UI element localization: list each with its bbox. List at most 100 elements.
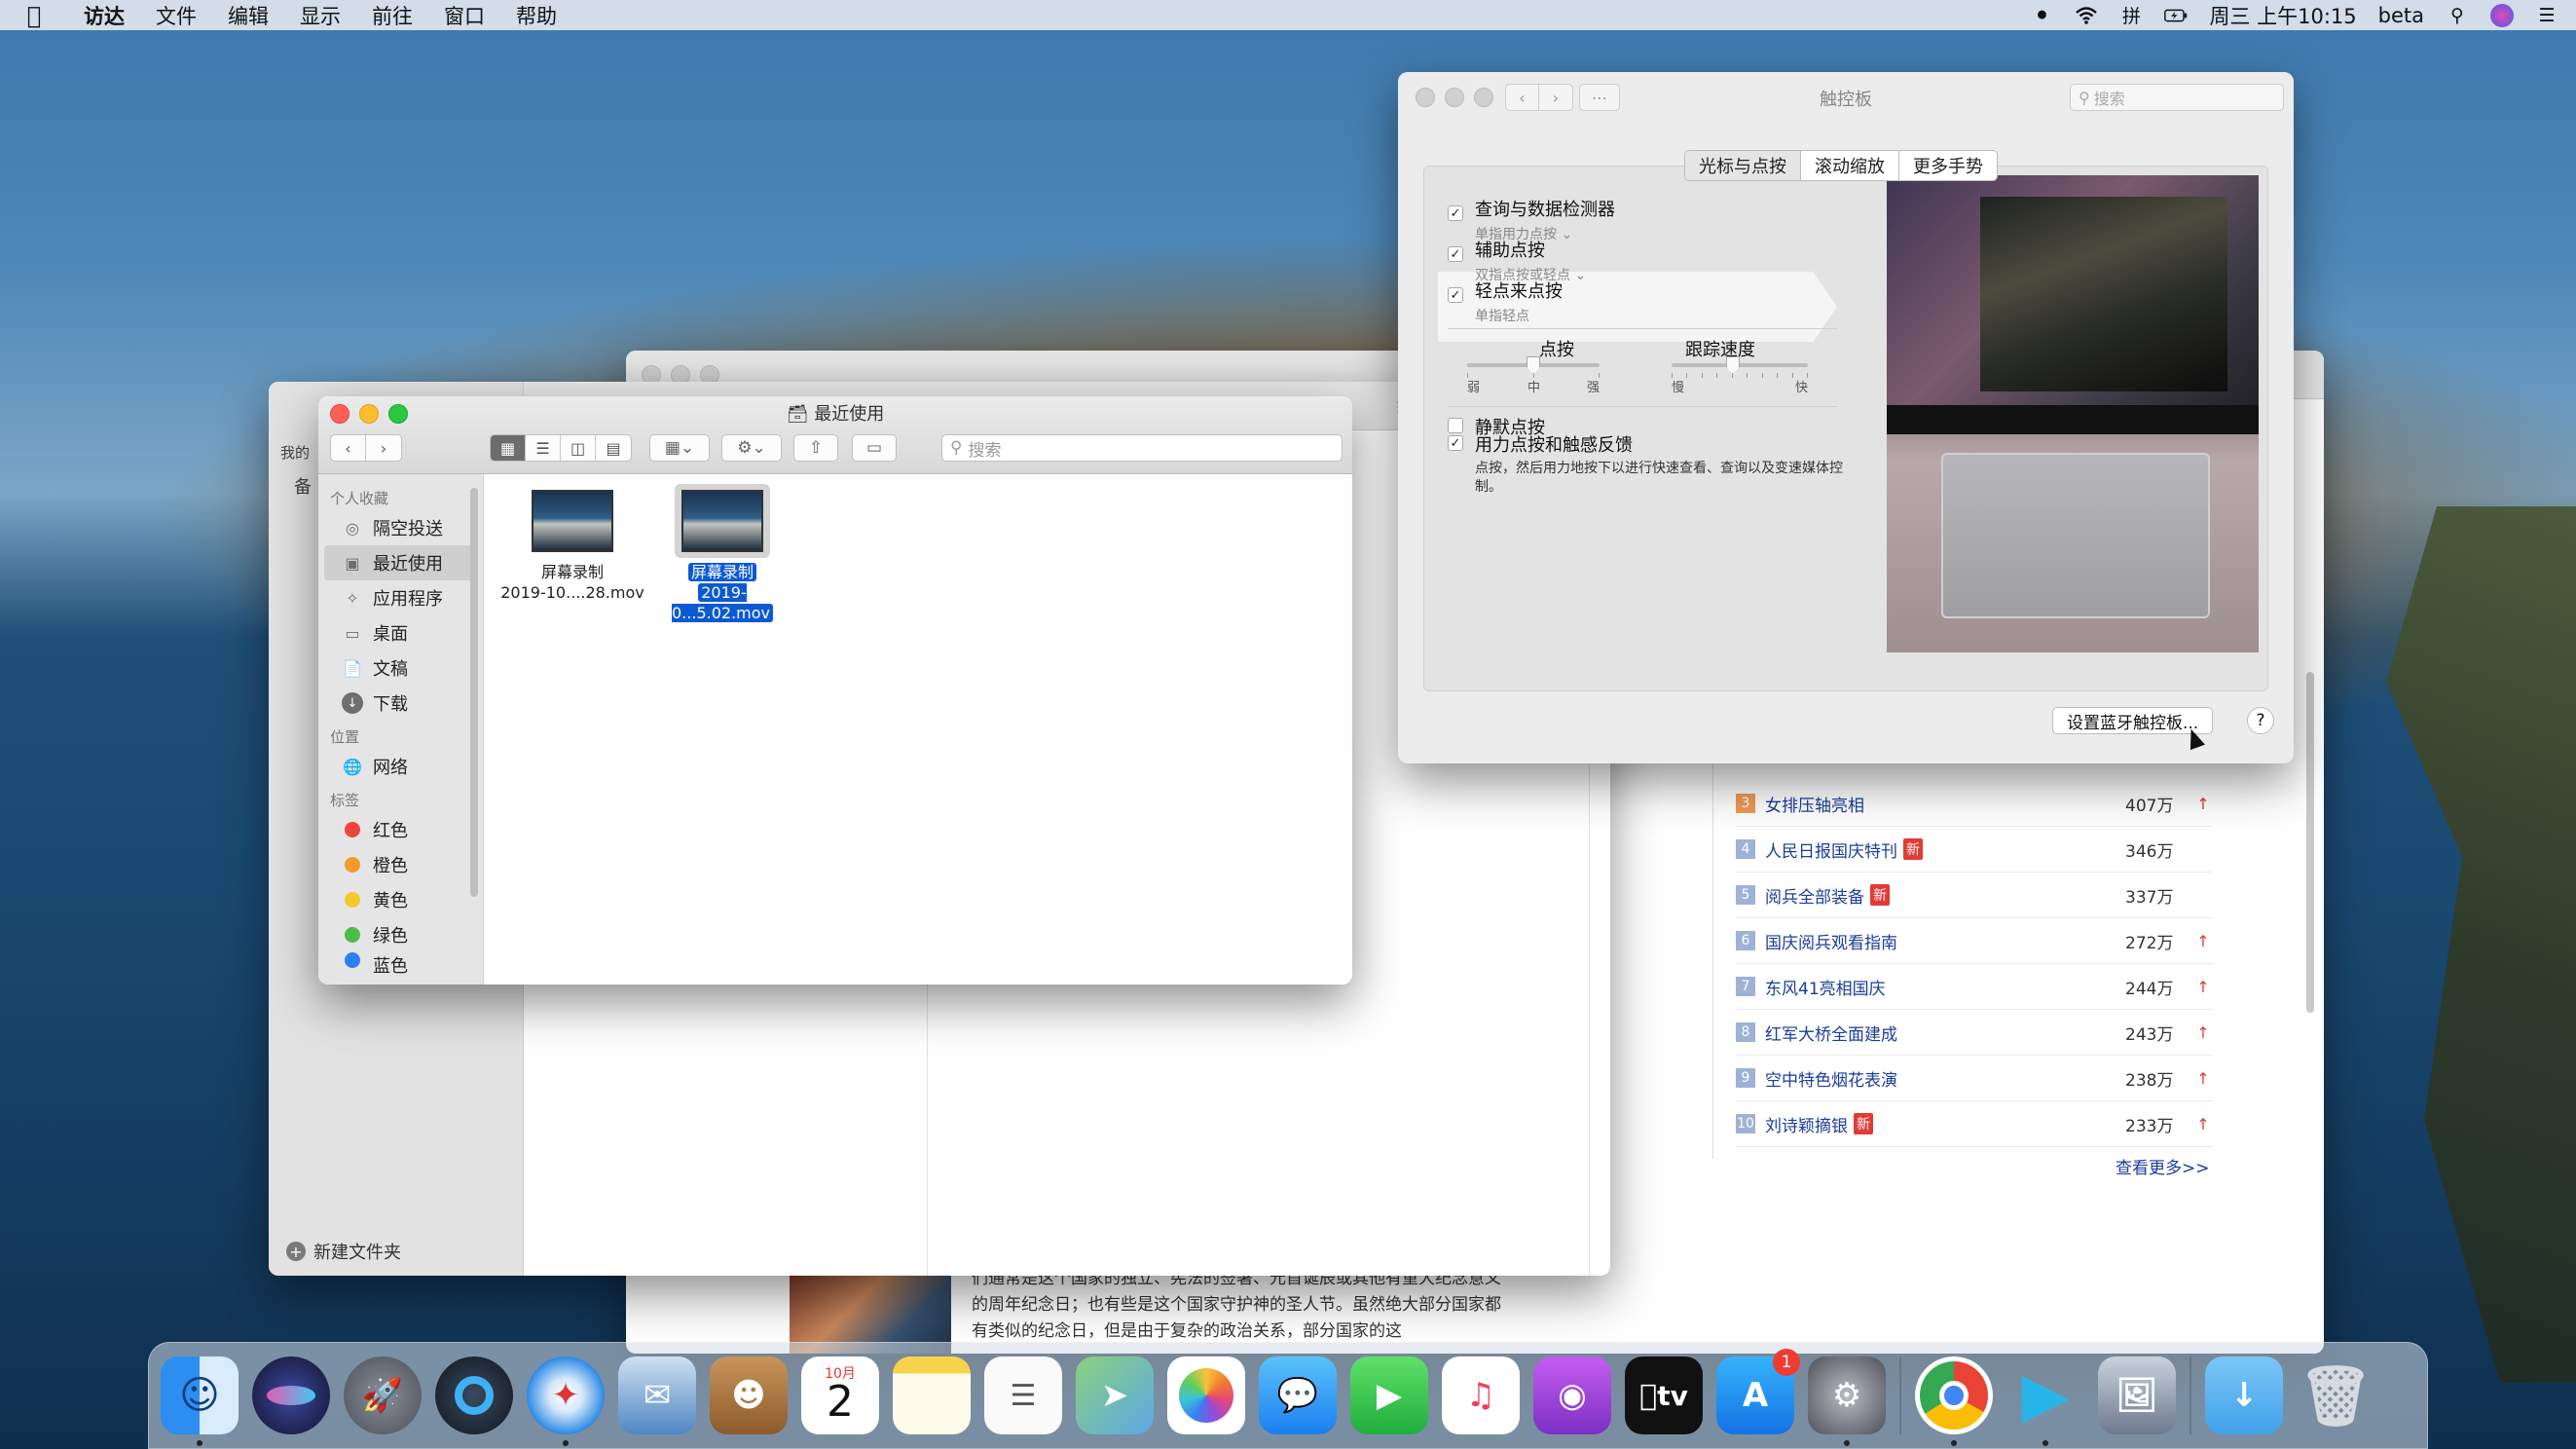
reminders-icon[interactable]: ☰	[984, 1356, 1062, 1434]
hot-row[interactable]: 7 东风41亮相国庆 244万 ↑	[1736, 964, 2213, 1010]
hot-title[interactable]: 东风41亮相国庆	[1765, 975, 1886, 999]
sidebar-item-tag-red[interactable]: 红色	[318, 812, 483, 847]
sidebar-item-documents[interactable]: 📄 文稿	[318, 650, 483, 686]
icon-view-icon[interactable]: ▦	[491, 435, 526, 461]
sidebar-item-airdrop[interactable]: ◎ 隔空投送	[318, 510, 483, 545]
menu-help[interactable]: 帮助	[500, 1, 572, 30]
sidebar-item-network[interactable]: 🌐 网络	[318, 749, 483, 784]
notes-icon[interactable]	[893, 1356, 971, 1434]
hot-row[interactable]: 3 女排压轴亮相 407万 ↑	[1736, 781, 2213, 827]
spotlight-search-icon[interactable]: ⚲	[2446, 4, 2469, 27]
tab-point-click[interactable]: 光标与点按	[1685, 151, 1801, 180]
see-more-link[interactable]: 查看更多>>	[2116, 1154, 2210, 1178]
video-player-icon[interactable]: ▶	[2006, 1356, 2084, 1446]
siri-icon[interactable]	[252, 1356, 330, 1434]
contacts-icon[interactable]: ☻	[710, 1356, 788, 1434]
checkbox-checked[interactable]: ✓	[1448, 205, 1463, 221]
music-icon[interactable]: ♫	[1442, 1356, 1520, 1434]
file-item[interactable]: 屏幕录制 2019-10....28.mov	[499, 490, 645, 603]
sidebar-item-downloads[interactable]: ↓ 下载	[318, 686, 483, 721]
menu-go[interactable]: 前往	[356, 1, 428, 30]
help-button[interactable]: ?	[2247, 707, 2274, 734]
calendar-icon[interactable]: 10月 2	[801, 1356, 879, 1434]
hot-row[interactable]: 10 刘诗颖摘银 新 233万 ↑	[1736, 1101, 2213, 1147]
sidebar-scrollbar[interactable]	[470, 488, 478, 897]
hot-row[interactable]: 4 人民日报国庆特刊 新 346万	[1736, 827, 2213, 873]
appstore-icon[interactable]: A1	[1716, 1349, 1800, 1434]
wifi-icon[interactable]	[2075, 4, 2098, 27]
column-view-icon[interactable]: ◫	[561, 435, 596, 461]
option-tap-to-click[interactable]: ✓ 轻点来点按 单指轻点	[1448, 278, 1563, 325]
hot-title[interactable]: 空中特色烟花表演	[1765, 1066, 1897, 1091]
share-button[interactable]: ⇧	[793, 434, 838, 462]
hot-title[interactable]: 国庆阅兵观看指南	[1765, 929, 1897, 953]
sidebar-item-applications[interactable]: ✧ 应用程序	[318, 580, 483, 615]
slider-knob[interactable]	[1527, 356, 1540, 374]
maps-icon[interactable]: ➤	[1076, 1356, 1154, 1434]
menu-clock[interactable]: 周三 上午10:15	[2209, 1, 2356, 30]
messages-icon[interactable]: 💬	[1259, 1356, 1337, 1434]
tags-button[interactable]: ▭	[852, 434, 897, 462]
podcasts-icon[interactable]: ◉	[1533, 1356, 1611, 1434]
tab-more-gestures[interactable]: 更多手势	[1899, 151, 1997, 180]
prefs-search-field[interactable]: ⚲ 搜索	[2070, 84, 2284, 111]
hot-row[interactable]: 8 红军大桥全面建成 243万 ↑	[1736, 1010, 2213, 1056]
preview-icon[interactable]: 🖼	[2098, 1356, 2176, 1434]
siri-icon[interactable]	[2490, 3, 2514, 27]
file-item-selected[interactable]: 屏幕录制 2019-0...5.02.mov	[649, 484, 795, 623]
sidebar-item-tag-orange[interactable]: 橙色	[318, 847, 483, 882]
list-view-icon[interactable]: ☰	[526, 435, 561, 461]
input-method-icon[interactable]: 拼	[2119, 4, 2143, 27]
slider-knob[interactable]	[1726, 356, 1740, 374]
sidebar-item-recents[interactable]: ▣ 最近使用	[324, 545, 477, 580]
back-chevron-icon[interactable]: ‹	[331, 435, 366, 461]
group-by-button[interactable]: ▦⌄	[649, 434, 710, 462]
apple-menu-icon[interactable]: 	[0, 2, 68, 29]
hot-row[interactable]: 6 国庆阅兵观看指南 272万 ↑	[1736, 918, 2213, 964]
tv-icon[interactable]: tv	[1625, 1356, 1703, 1434]
menu-user[interactable]: beta	[2378, 4, 2424, 27]
sidebar-item-tag-yellow[interactable]: 黄色	[318, 882, 483, 917]
forward-chevron-icon[interactable]: ›	[366, 435, 401, 461]
finder-icon[interactable]: ☺	[161, 1356, 239, 1446]
action-button[interactable]: ⚙⌄	[721, 434, 782, 462]
trash-icon[interactable]: 🗑	[2297, 1356, 2374, 1434]
menu-window[interactable]: 窗口	[428, 1, 500, 30]
facetime-icon[interactable]: ▶	[1350, 1356, 1428, 1434]
hot-title[interactable]: 阅兵全部装备	[1765, 883, 1864, 908]
hot-row[interactable]: 5 阅兵全部装备 新 337万	[1736, 873, 2213, 918]
photos-icon[interactable]	[1167, 1356, 1245, 1434]
sidebar-item-desktop[interactable]: ▭ 桌面	[318, 615, 483, 650]
tracking-speed-slider[interactable]: 慢 快	[1672, 356, 1808, 395]
menu-app-name[interactable]: 访达	[68, 1, 140, 30]
menu-edit[interactable]: 编辑	[212, 1, 284, 30]
hot-title[interactable]: 红军大桥全面建成	[1765, 1021, 1897, 1045]
screen-record-stop-icon[interactable]: ⚫	[2030, 4, 2053, 27]
downloads-folder-icon[interactable]: ↓	[2205, 1356, 2283, 1434]
sidebar-item-tag-blue[interactable]: 蓝色	[318, 952, 483, 974]
safari-icon[interactable]: ✦	[527, 1356, 605, 1446]
hot-title[interactable]: 女排压轴亮相	[1765, 792, 1864, 816]
sidebar-item-stub[interactable]: 备	[294, 473, 312, 499]
checkbox-checked[interactable]: ✓	[1448, 287, 1463, 303]
mail-icon[interactable]: ✉	[618, 1356, 696, 1434]
tab-scroll-zoom[interactable]: 滚动缩放	[1801, 151, 1899, 180]
system-preferences-icon[interactable]: ⚙	[1808, 1356, 1886, 1446]
menu-file[interactable]: 文件	[140, 1, 212, 30]
new-folder-button[interactable]: + 新建文件夹	[286, 1239, 401, 1264]
browser-scrollbar[interactable]	[2306, 672, 2314, 1013]
checkbox-checked[interactable]: ✓	[1448, 435, 1463, 451]
option-force-click[interactable]: ✓ 用力点按和触感反馈 点按，然后用力地按下以进行快速查看、查询以及变速媒体控制…	[1448, 426, 1857, 497]
hot-row[interactable]: 9 空中特色烟花表演 238万 ↑	[1736, 1056, 2213, 1101]
click-pressure-slider[interactable]: 弱 中 强	[1467, 356, 1600, 395]
hot-title[interactable]: 刘诗颖摘银	[1765, 1112, 1848, 1136]
gallery-view-icon[interactable]: ▤	[596, 435, 631, 461]
finder-search-field[interactable]: ⚲ 搜索	[941, 434, 1343, 462]
notification-center-icon[interactable]: ☰	[2535, 4, 2558, 27]
checkbox-checked[interactable]: ✓	[1448, 246, 1463, 262]
sidebar-item-tag-green[interactable]: 绿色	[318, 917, 483, 952]
quicktime-icon[interactable]	[435, 1356, 513, 1434]
chrome-icon[interactable]	[1915, 1356, 1993, 1446]
menu-view[interactable]: 显示	[284, 1, 356, 30]
launchpad-icon[interactable]: 🚀	[344, 1356, 422, 1434]
